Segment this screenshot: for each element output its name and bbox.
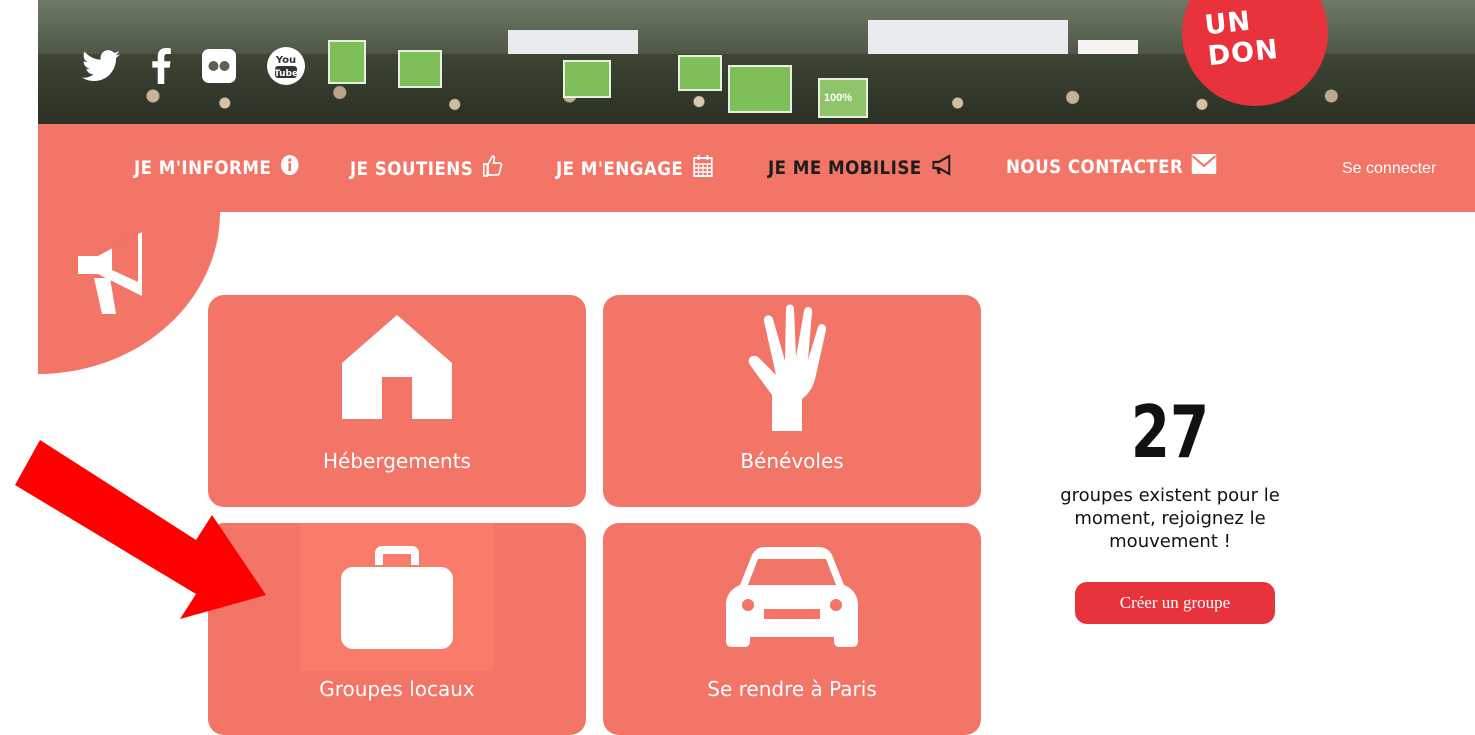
tile-se-rendre-a-paris[interactable]: Se rendre à Paris <box>603 523 981 735</box>
groups-count: 27 <box>1130 390 1210 474</box>
envelope-icon <box>1192 154 1217 179</box>
tile-label: Bénévoles <box>740 449 844 473</box>
groups-counter-message: groupes existent pour le moment, rejoign… <box>1030 484 1310 553</box>
donate-badge-label: UN DON <box>1203 5 1281 73</box>
nav-item-je-mengage[interactable]: JE M'ENGAGE <box>556 154 713 183</box>
protest-sign-100: 100% <box>818 78 868 118</box>
protest-sign <box>398 50 442 88</box>
tile-benevoles[interactable]: Bénévoles <box>603 295 981 507</box>
car-icon <box>603 547 981 647</box>
nav-item-label: NOUS CONTACTER <box>1006 155 1184 178</box>
protest-sign <box>563 60 611 98</box>
nav-item-je-me-mobilise[interactable]: JE ME MOBILISE <box>768 154 955 181</box>
nav-item-label: JE SOUTIENS <box>350 157 474 180</box>
nav-item-label: JE ME MOBILISE <box>768 156 922 179</box>
calendar-icon <box>692 154 713 183</box>
login-link[interactable]: Se connecter <box>1342 160 1436 178</box>
nav-item-nous-contacter[interactable]: NOUS CONTACTER <box>1006 154 1217 179</box>
message-line: moment, rejoignez le <box>1074 508 1266 529</box>
message-line: groupes existent pour le <box>1060 485 1280 506</box>
protest-sign <box>728 65 792 113</box>
sign-text: 100% <box>824 92 853 104</box>
message-line: mouvement ! <box>1109 531 1231 552</box>
thumbs-up-icon <box>482 154 503 183</box>
annotation-arrow <box>15 440 266 619</box>
megaphone-icon <box>930 154 955 181</box>
protest-sign <box>678 55 722 91</box>
tile-label: Se rendre à Paris <box>707 677 877 701</box>
groups-counter: 27 groupes existent pour le moment, rejo… <box>1030 392 1310 553</box>
create-group-button[interactable]: Créer un groupe <box>1075 582 1275 624</box>
nav-item-je-soutiens[interactable]: JE SOUTIENS <box>350 154 503 183</box>
tile-label: Groupes locaux <box>319 677 475 701</box>
nav-item-label: JE M'ENGAGE <box>556 157 684 180</box>
hand-icon <box>603 303 981 431</box>
protest-sign <box>328 40 366 84</box>
